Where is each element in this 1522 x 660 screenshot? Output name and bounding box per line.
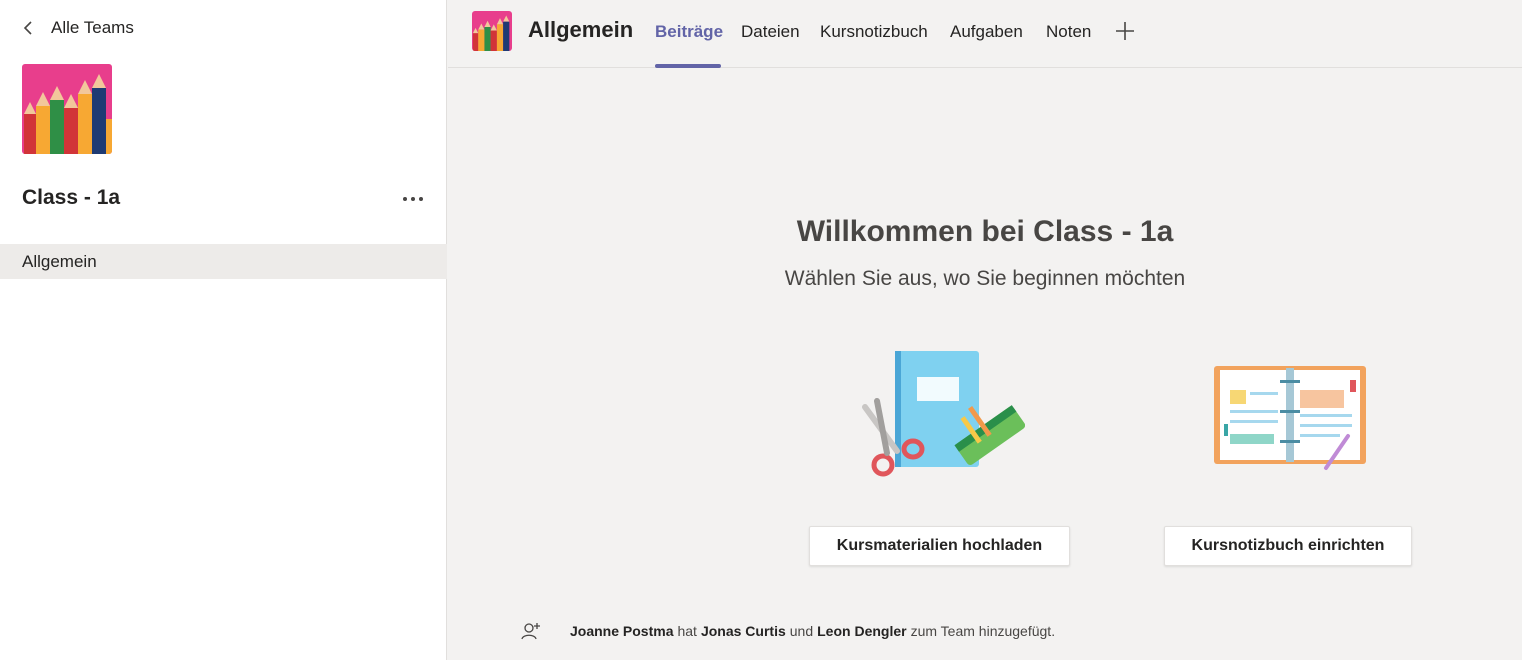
setup-class-notebook-button[interactable]: Kursnotizbuch einrichten — [1164, 526, 1412, 566]
sidebar: Alle Teams Class - 1a Allgemein — [0, 0, 447, 660]
more-horizontal-icon — [403, 197, 407, 201]
activity-member-2[interactable]: Leon Dengler — [817, 623, 906, 639]
tab-beitraege[interactable]: Beiträge — [655, 22, 723, 42]
activity-rest: zum Team hinzugefügt. — [910, 623, 1056, 639]
plus-icon[interactable] — [1114, 20, 1136, 42]
activity-message: Joanne Postma hat Jonas Curtis und Leon Deng… — [520, 620, 1059, 642]
team-name: Class - 1a — [22, 186, 121, 209]
upload-course-materials-button[interactable]: Kursmaterialien hochladen — [809, 526, 1070, 566]
tab-noten[interactable]: Noten — [1046, 22, 1091, 42]
activity-actor[interactable]: Joanne Postma — [570, 623, 673, 639]
more-dot — [411, 197, 415, 201]
channel-avatar — [472, 11, 512, 51]
add-person-icon — [521, 623, 540, 640]
more-dot — [419, 197, 423, 201]
welcome-subtitle: Wählen Sie aus, wo Sie beginnen möchten — [784, 267, 1186, 290]
chevron-left-icon — [23, 21, 32, 35]
activity-text: Joanne Postma hat Jonas Curtis und Leon Deng… — [570, 623, 1059, 639]
tab-dateien[interactable]: Dateien — [741, 22, 800, 42]
course-materials-illustration — [862, 351, 1025, 477]
tab-aufgaben[interactable]: Aufgaben — [950, 22, 1023, 42]
back-label: Alle Teams — [51, 18, 134, 37]
welcome-title: Willkommen bei Class - 1a — [796, 215, 1174, 248]
back-to-teams-link[interactable]: Alle Teams — [22, 18, 134, 38]
pencils-icon — [22, 64, 112, 154]
pencils-icon — [472, 11, 512, 51]
class-notebook-illustration — [1214, 366, 1366, 470]
channel-header: Allgemein Beiträge Dateien Kursnotizbuch… — [448, 0, 1522, 68]
team-avatar[interactable] — [22, 64, 112, 154]
activity-conj: und — [789, 623, 814, 639]
active-tab-indicator — [655, 64, 721, 68]
channel-title: Allgemein — [528, 17, 634, 42]
team-more-options-button[interactable] — [398, 188, 428, 210]
tab-kursnotizbuch[interactable]: Kursnotizbuch — [820, 22, 928, 42]
activity-member-1[interactable]: Jonas Curtis — [701, 623, 786, 639]
activity-verb: hat — [677, 623, 697, 639]
